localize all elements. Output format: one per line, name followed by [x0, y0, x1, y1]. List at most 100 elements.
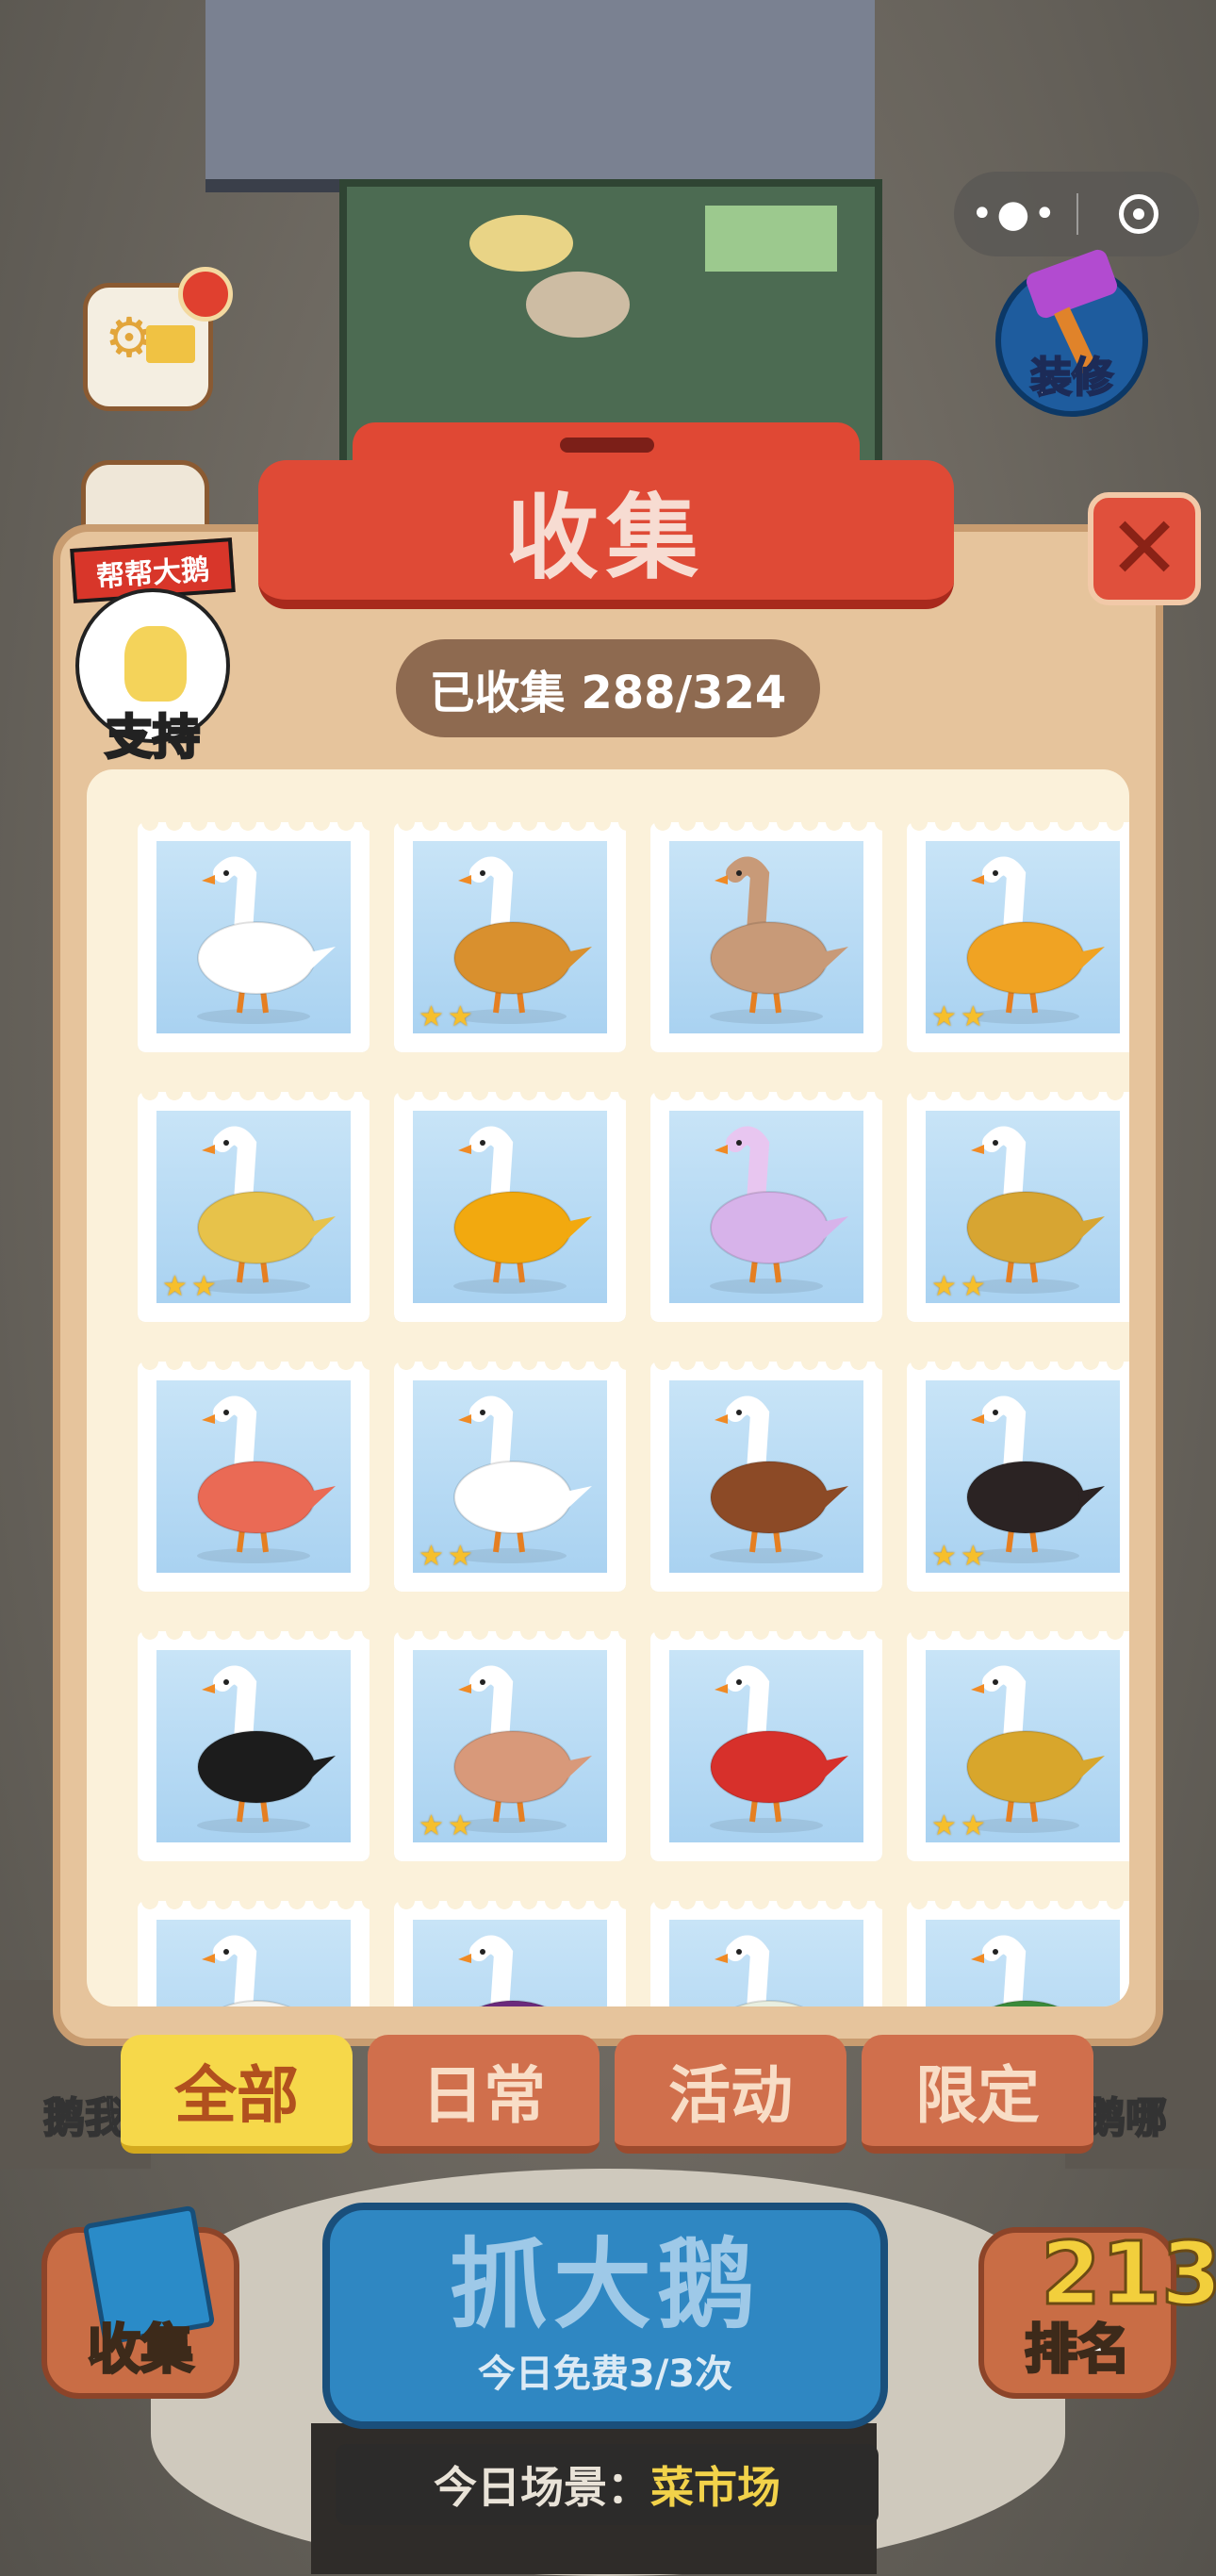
- scene-value: 菜市场: [650, 2462, 781, 2513]
- renovate-label: 装修: [1029, 353, 1114, 403]
- stall-basket: [705, 206, 837, 272]
- stamp-picture: [669, 841, 863, 1033]
- banner-body: 收集: [258, 460, 954, 609]
- stamp-picture: [156, 1920, 351, 2006]
- goose-emblem-icon: [124, 626, 187, 702]
- mango-goose-icon: [453, 1126, 592, 1294]
- collected-count-text: 已收集 288/324: [429, 667, 787, 719]
- tab-label: 限定: [915, 2059, 1040, 2132]
- stall-plate: [469, 215, 573, 272]
- collection-stamp-pancake-goose[interactable]: ★ ★: [394, 822, 626, 1052]
- support-badge[interactable]: 帮帮大鹅 支持: [70, 534, 238, 767]
- free-tries-text: 今日免费3/3次: [477, 2352, 733, 2396]
- collection-title-banner: 收集: [258, 422, 954, 609]
- cabbage-goose-icon: [458, 1935, 548, 2006]
- left-edge-label: 鹅我: [42, 2093, 127, 2143]
- stamp-picture: [413, 1111, 607, 1303]
- collection-book-button[interactable]: 收集: [41, 2204, 239, 2399]
- stamp-picture: [669, 1920, 863, 2006]
- collection-stamp-pumpkin-goose[interactable]: ★ ★: [907, 822, 1129, 1052]
- star-icon: ★: [931, 1270, 957, 1303]
- collection-stamp-eight-ball-goose[interactable]: [138, 1631, 370, 1861]
- star-icon: ★: [960, 1270, 986, 1303]
- stamp-picture: [669, 1111, 863, 1303]
- collection-stamp-half-black-goose[interactable]: ★ ★: [907, 1362, 1129, 1592]
- mini-program-capsule: •●•: [954, 172, 1199, 256]
- renovate-button[interactable]: 装修: [995, 247, 1148, 417]
- category-tabs: 全部 日常 活动 限定: [121, 2035, 1095, 2154]
- star-icon: ★: [931, 1000, 957, 1033]
- collected-count-pill: 已收集 288/324: [396, 639, 820, 737]
- stamp-picture: [926, 1920, 1120, 2006]
- stamp-star-rating: ★ ★: [931, 1273, 986, 1301]
- stall-bowl: [526, 272, 630, 338]
- collection-stamp-mahjong-goose[interactable]: [650, 1901, 882, 2006]
- tab-label: 活动: [668, 2059, 793, 2132]
- collection-stamp-mango-goose[interactable]: [394, 1092, 626, 1322]
- mahjong-goose-icon: [715, 1935, 804, 2006]
- star-icon: ★: [960, 1809, 986, 1842]
- collection-stamp-goose-tin-goose[interactable]: ★ ★: [394, 1631, 626, 1861]
- stamp-star-rating: ★ ★: [419, 1812, 473, 1841]
- eight-ball-goose-icon: [197, 1665, 336, 1833]
- tab-limited[interactable]: 限定: [862, 2035, 1093, 2154]
- tab-event[interactable]: 活动: [615, 2035, 846, 2154]
- star-icon: ★: [447, 1000, 473, 1033]
- stamp-picture: [669, 1650, 863, 1842]
- stamp-star-rating: ★ ★: [162, 1273, 217, 1301]
- collection-stamp-tofu-goose[interactable]: [138, 1901, 370, 2006]
- ranking-button[interactable]: 213 排名: [978, 2222, 1216, 2399]
- stamp-picture: [413, 1920, 607, 2006]
- collection-stamp-cabbage-goose[interactable]: [394, 1901, 626, 2006]
- close-mini-program-button[interactable]: [1078, 194, 1199, 234]
- tofu-goose-icon: [202, 1935, 291, 2006]
- stamp-picture: [156, 841, 351, 1033]
- collection-stamp-necklace-goose[interactable]: ★ ★: [394, 1362, 626, 1592]
- star-icon: ★: [419, 1540, 444, 1573]
- collection-stamp-golden-eggplant-goose[interactable]: ★ ★: [907, 1631, 1129, 1861]
- stamp-star-rating: ★ ★: [931, 1543, 986, 1571]
- collection-book-label: 收集: [87, 2319, 195, 2383]
- stamp-grid-container[interactable]: ★ ★ ★ ★ ★ ★ ★ ★ ★ ★ ★ ★ ★ ★ ★ ★: [87, 769, 1129, 2006]
- mailbox-goose-icon: [710, 1665, 848, 1833]
- collection-stamp-chocolate-box-goose[interactable]: ★ ★: [907, 1092, 1129, 1322]
- star-icon: ★: [162, 1270, 188, 1303]
- mail-settings-button[interactable]: ⚙: [83, 267, 233, 411]
- stamp-picture: [669, 1380, 863, 1573]
- tab-label: 日常: [421, 2059, 546, 2132]
- support-label: 支持: [105, 709, 202, 767]
- star-icon: ★: [419, 1000, 444, 1033]
- collection-stamp-watermelon-goose[interactable]: [907, 1901, 1129, 2006]
- star-icon: ★: [447, 1540, 473, 1573]
- catch-goose-button[interactable]: 抓大鹅 今日免费3/3次: [322, 2203, 888, 2429]
- tab-all[interactable]: 全部: [121, 2035, 353, 2154]
- collection-stamp-mailbox-goose[interactable]: [650, 1631, 882, 1861]
- stamp-picture: [156, 1380, 351, 1573]
- collection-stamp-peach-goose[interactable]: [138, 1362, 370, 1592]
- star-icon: ★: [447, 1809, 473, 1842]
- more-menu-button[interactable]: •●•: [954, 172, 1076, 256]
- white-goose-icon: [197, 856, 336, 1024]
- stamp-star-rating: ★ ★: [931, 1812, 986, 1841]
- target-icon: [1119, 194, 1158, 234]
- close-button[interactable]: ✕: [1088, 492, 1201, 605]
- scene-key: 今日场景：: [434, 2462, 650, 2513]
- stamp-star-rating: ★ ★: [419, 1543, 473, 1571]
- ranking-label: 排名: [1024, 2319, 1132, 2383]
- collection-stamp-crystal-goose[interactable]: [650, 1092, 882, 1322]
- wooden-bowl-goose-icon: [710, 1395, 848, 1563]
- catch-goose-label: 抓大鹅: [449, 2227, 761, 2343]
- peach-goose-icon: [197, 1395, 336, 1563]
- tab-daily[interactable]: 日常: [368, 2035, 600, 2154]
- stamp-star-rating: ★ ★: [931, 1003, 986, 1032]
- collection-stamp-white-goose[interactable]: [138, 822, 370, 1052]
- stamp-picture: [156, 1650, 351, 1842]
- collection-stamp-jar-goose[interactable]: ★ ★: [138, 1092, 370, 1322]
- notification-dot: [178, 267, 233, 322]
- star-icon: ★: [960, 1540, 986, 1573]
- star-icon: ★: [931, 1809, 957, 1842]
- star-icon: ★: [931, 1540, 957, 1573]
- collection-stamp-knit-goose[interactable]: [650, 822, 882, 1052]
- panel-title: 收集: [505, 485, 706, 592]
- collection-stamp-wooden-bowl-goose[interactable]: [650, 1362, 882, 1592]
